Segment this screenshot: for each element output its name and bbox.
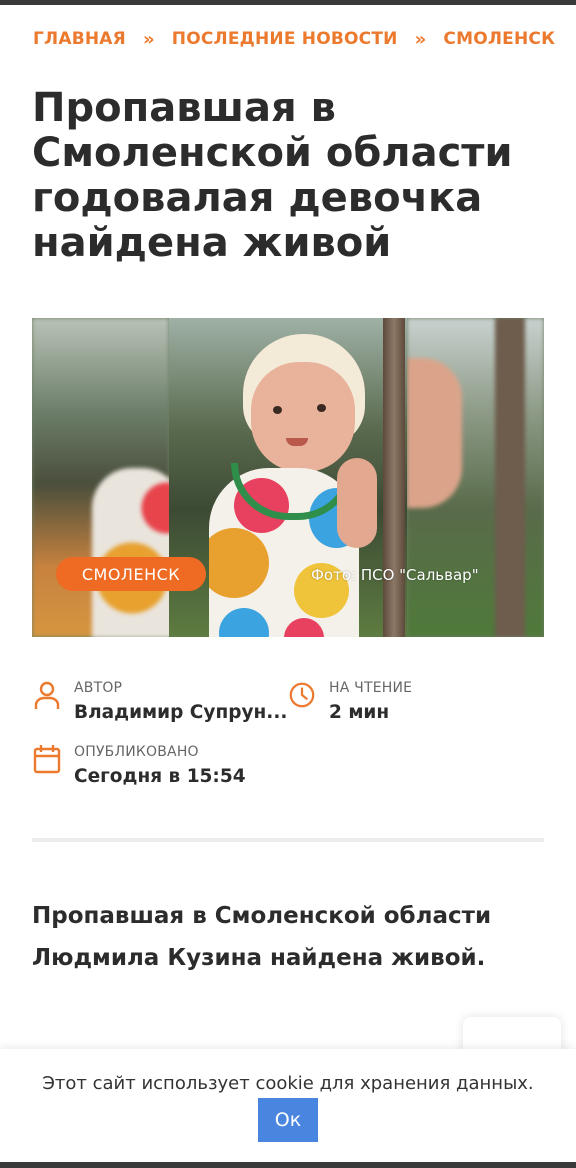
breadcrumb: ГЛАВНАЯ » ПОСЛЕДНИЕ НОВОСТИ » СМОЛЕНСК <box>33 27 555 51</box>
breadcrumb-separator: » <box>414 28 427 50</box>
user-icon <box>34 681 60 709</box>
author-label: АВТОР <box>74 680 123 696</box>
photo-main <box>169 318 407 637</box>
calendar-icon <box>33 745 61 774</box>
cookie-accept-button[interactable]: Ок <box>258 1098 318 1142</box>
breadcrumb-home[interactable]: ГЛАВНАЯ <box>33 29 126 49</box>
article-lead: Пропавшая в Смоленской области Людмила К… <box>32 903 492 971</box>
published-label: ОПУБЛИКОВАНО <box>74 744 199 760</box>
published-value: Сегодня в 15:54 <box>74 766 246 787</box>
category-badge[interactable]: СМОЛЕНСК <box>56 557 206 591</box>
breadcrumb-latest-news[interactable]: ПОСЛЕДНИЕ НОВОСТИ <box>172 29 398 49</box>
reading-label: НА ЧТЕНИЕ <box>329 680 413 696</box>
reading-value: 2 мин <box>329 702 390 723</box>
photo-credit: Фото: ПСО "Сальвар" <box>311 566 479 584</box>
divider <box>32 838 544 842</box>
article-title: Пропавшая в Смоленской области годовалая… <box>32 85 513 266</box>
clock-icon <box>289 682 315 708</box>
article-photo: СМОЛЕНСК Фото: ПСО "Сальвар" <box>32 318 544 637</box>
author-value[interactable]: Владимир Супрун... <box>74 702 287 723</box>
top-bar <box>0 0 576 5</box>
breadcrumb-smolensk[interactable]: СМОЛЕНСК <box>443 29 555 49</box>
photo-blur-right <box>407 318 544 637</box>
bottom-bar <box>0 1162 576 1168</box>
cookie-text: Этот сайт использует cookie для хранения… <box>42 1073 534 1094</box>
breadcrumb-separator: » <box>142 28 155 50</box>
cookie-banner: Этот сайт использует cookie для хранения… <box>0 1049 576 1162</box>
